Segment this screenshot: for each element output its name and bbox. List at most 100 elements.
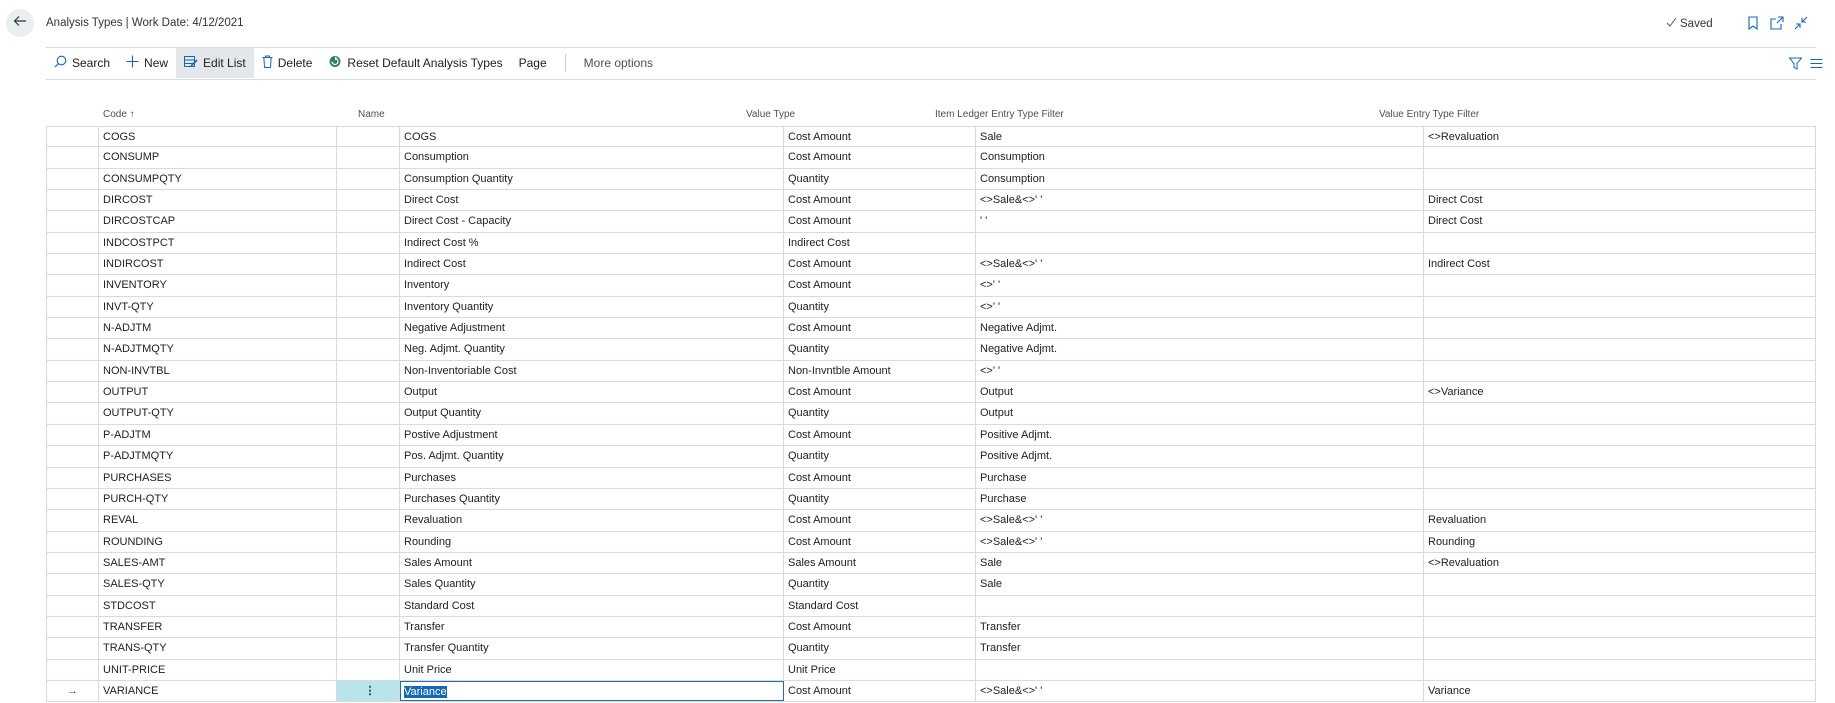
item-ledger-filter-cell[interactable] (976, 595, 1424, 616)
row-selector-cell[interactable] (46, 446, 99, 467)
code-cell[interactable]: P-ADJTM (99, 424, 337, 446)
row-actions-cell[interactable]: ⋮ (337, 680, 400, 702)
value-type-cell[interactable]: Cost Amount (784, 424, 976, 446)
row-actions-cell[interactable] (337, 339, 400, 360)
row-selector-cell[interactable] (46, 659, 99, 680)
code-cell[interactable]: PURCH-QTY (99, 488, 337, 510)
code-cell[interactable]: VARIANCE (99, 680, 337, 702)
value-type-cell[interactable]: Quantity (784, 574, 976, 595)
row-actions-cell[interactable] (337, 382, 400, 403)
item-ledger-filter-cell[interactable]: Sale (976, 127, 1424, 147)
name-cell[interactable]: Consumption Quantity (400, 168, 784, 190)
table-row[interactable]: INDIRCOST Indirect Cost Cost Amount <>Sale&… (46, 254, 1816, 276)
value-entry-filter-cell[interactable] (1424, 403, 1816, 424)
edit-list-button[interactable]: Edit List (176, 48, 254, 78)
value-entry-filter-cell[interactable] (1424, 424, 1816, 446)
item-ledger-filter-cell[interactable]: <>Sale&<>' ' (976, 531, 1424, 552)
row-selector-cell[interactable] (46, 467, 99, 488)
row-actions-cell[interactable] (337, 403, 400, 424)
item-ledger-filter-cell[interactable]: Consumption (976, 147, 1424, 168)
value-type-cell[interactable]: Cost Amount (784, 531, 976, 552)
table-row[interactable]: SALES-QTY Sales Quantity Quantity Sale (46, 574, 1816, 596)
item-ledger-filter-cell[interactable]: Positive Adjmt. (976, 424, 1424, 446)
row-actions-cell[interactable] (337, 211, 400, 232)
row-selector-cell[interactable] (46, 574, 99, 595)
value-entry-filter-cell[interactable]: <>Revaluation (1424, 127, 1816, 147)
row-selector-cell[interactable] (46, 275, 99, 296)
name-cell[interactable]: Inventory Quantity (400, 296, 784, 318)
code-cell[interactable]: PURCHASES (99, 467, 337, 488)
value-type-cell[interactable]: Quantity (784, 488, 976, 510)
value-type-cell[interactable]: Quantity (784, 296, 976, 318)
row-selector-cell[interactable] (46, 296, 99, 318)
table-row[interactable]: PURCH-QTY Purchases Quantity Quantity Purch… (46, 488, 1816, 511)
value-type-cell[interactable]: Indirect Cost (784, 232, 976, 254)
row-actions-cell[interactable] (337, 659, 400, 680)
table-row[interactable]: CONSUMPQTY Consumption Quantity Quantity Co… (46, 168, 1816, 191)
page-menu-button[interactable]: Page (511, 48, 555, 78)
name-cell[interactable]: Output Quantity (400, 403, 784, 424)
item-ledger-filter-cell[interactable]: Positive Adjmt. (976, 446, 1424, 467)
table-row[interactable]: UNIT-PRICE Unit Price Unit Price (46, 659, 1816, 681)
row-selector-cell[interactable] (46, 318, 99, 339)
code-cell[interactable]: OUTPUT (99, 382, 337, 403)
value-type-cell[interactable]: Sales Amount (784, 552, 976, 574)
value-type-cell[interactable]: Cost Amount (784, 211, 976, 232)
name-cell[interactable]: Inventory (400, 275, 784, 296)
value-entry-filter-cell[interactable] (1424, 595, 1816, 616)
item-ledger-filter-cell[interactable] (976, 659, 1424, 680)
row-actions-cell[interactable] (337, 168, 400, 190)
value-entry-filter-cell[interactable] (1424, 659, 1816, 680)
value-entry-filter-cell[interactable] (1424, 467, 1816, 488)
row-selector-cell[interactable] (46, 488, 99, 510)
value-entry-filter-cell[interactable] (1424, 446, 1816, 467)
value-type-cell[interactable]: Quantity (784, 168, 976, 190)
code-cell[interactable]: TRANSFER (99, 616, 337, 638)
value-type-cell[interactable]: Cost Amount (784, 510, 976, 531)
new-button[interactable]: New (118, 48, 176, 78)
item-ledger-filter-cell[interactable] (976, 232, 1424, 254)
open-new-window-icon[interactable] (1768, 14, 1786, 32)
table-row[interactable]: DIRCOST Direct Cost Cost Amount <>Sale&<>' … (46, 190, 1816, 212)
row-actions-cell[interactable] (337, 552, 400, 574)
filter-icon[interactable] (1786, 54, 1804, 72)
column-header-name[interactable]: Name (358, 109, 385, 120)
item-ledger-filter-cell[interactable]: ' ' (976, 211, 1424, 232)
name-cell[interactable]: Non-Inventoriable Cost (400, 360, 784, 382)
row-actions-cell[interactable] (337, 275, 400, 296)
table-row[interactable]: SALES-AMT Sales Amount Sales Amount Sale <>R… (46, 552, 1816, 575)
code-cell[interactable]: UNIT-PRICE (99, 659, 337, 680)
code-cell[interactable]: ROUNDING (99, 531, 337, 552)
value-entry-filter-cell[interactable] (1424, 339, 1816, 360)
row-selector-cell[interactable] (46, 638, 99, 659)
name-cell[interactable]: Unit Price (400, 659, 784, 680)
table-row[interactable]: → ⋮ VARIANCE Variance Cost Amount <>Sale&<>' … (46, 680, 1816, 703)
row-selector-cell[interactable] (46, 190, 99, 211)
table-row[interactable]: REVAL Revaluation Cost Amount <>Sale&<>' ' R… (46, 510, 1816, 532)
table-row[interactable]: OUTPUT Output Cost Amount Output <>Variance (46, 382, 1816, 404)
value-entry-filter-cell[interactable] (1424, 488, 1816, 510)
value-entry-filter-cell[interactable]: Revaluation (1424, 510, 1816, 531)
value-entry-filter-cell[interactable] (1424, 275, 1816, 296)
column-header-value-entry-type-filter[interactable]: Value Entry Type Filter (1379, 109, 1479, 120)
row-actions-cell[interactable] (337, 296, 400, 318)
item-ledger-filter-cell[interactable]: Consumption (976, 168, 1424, 190)
value-entry-filter-cell[interactable] (1424, 318, 1816, 339)
table-row[interactable]: INVENTORY Inventory Cost Amount <>' ' (46, 275, 1816, 297)
code-cell[interactable]: COGS (99, 127, 337, 147)
item-ledger-filter-cell[interactable]: <>' ' (976, 360, 1424, 382)
table-row[interactable]: P-ADJTM Postive Adjustment Cost Amount Posi… (46, 424, 1816, 447)
value-entry-filter-cell[interactable]: <>Revaluation (1424, 552, 1816, 574)
value-type-cell[interactable]: Cost Amount (784, 680, 976, 702)
list-view-icon[interactable] (1807, 54, 1825, 72)
table-row[interactable]: NON-INVTBL Non-Inventoriable Cost Non-Invn… (46, 360, 1816, 383)
row-selector-cell[interactable] (46, 360, 99, 382)
value-type-cell[interactable]: Quantity (784, 339, 976, 360)
value-entry-filter-cell[interactable] (1424, 616, 1816, 638)
code-cell[interactable]: INDIRCOST (99, 254, 337, 275)
name-cell[interactable]: Postive Adjustment (400, 424, 784, 446)
name-cell[interactable]: Revaluation (400, 510, 784, 531)
item-ledger-filter-cell[interactable]: Transfer (976, 638, 1424, 659)
item-ledger-filter-cell[interactable]: <>' ' (976, 275, 1424, 296)
table-row[interactable]: TRANSFER Transfer Cost Amount Transfer (46, 616, 1816, 639)
